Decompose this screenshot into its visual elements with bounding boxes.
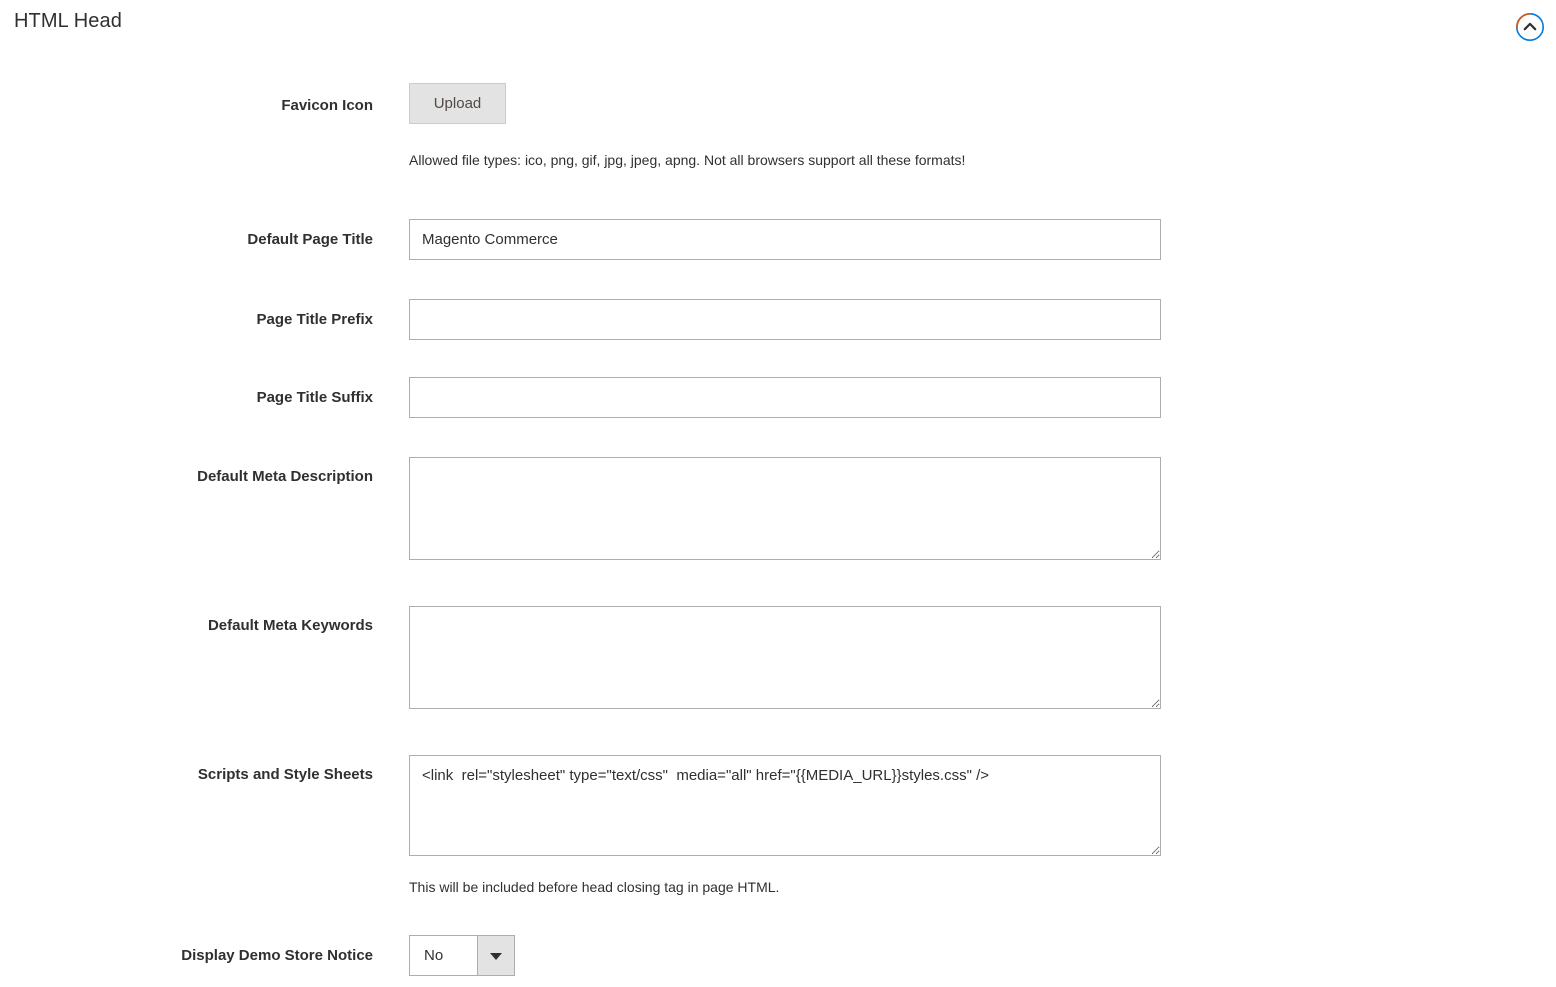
chevron-down-icon [490, 952, 502, 960]
note-favicon-allowed-types: Allowed file types: ico, png, gif, jpg, … [409, 152, 966, 168]
default-page-title-input[interactable] [409, 219, 1161, 260]
control-default-meta-keywords [409, 606, 1161, 709]
default-meta-description-textarea[interactable] [409, 457, 1161, 560]
control-page-title-suffix [409, 377, 1161, 418]
label-default-meta-keywords: Default Meta Keywords [207, 617, 373, 634]
control-page-title-prefix [409, 299, 1161, 340]
label-default-meta-description: Default Meta Description [197, 468, 373, 485]
control-default-page-title [409, 219, 1161, 260]
control-display-demo-store-notice: No [409, 935, 515, 976]
display-demo-store-notice-selected-value: No [410, 936, 477, 975]
label-default-page-title: Default Page Title [247, 231, 373, 248]
scripts-and-style-sheets-textarea[interactable]: <link rel="stylesheet" type="text/css" m… [409, 755, 1161, 856]
default-meta-keywords-textarea[interactable] [409, 606, 1161, 709]
section-header: HTML Head [0, 0, 1556, 56]
page-title-prefix-input[interactable] [409, 299, 1161, 340]
chevron-up-circle-icon [1515, 12, 1545, 42]
control-scripts-and-style-sheets: <link rel="stylesheet" type="text/css" m… [409, 755, 1161, 856]
page-title: HTML Head [14, 10, 122, 32]
label-display-demo-store-notice: Display Demo Store Notice [181, 947, 373, 964]
label-scripts-and-style-sheets: Scripts and Style Sheets [197, 766, 373, 783]
display-demo-store-notice-select[interactable]: No [409, 935, 515, 976]
upload-button[interactable]: Upload [409, 83, 506, 124]
label-favicon-icon: Favicon Icon [281, 97, 373, 114]
label-page-title-suffix: Page Title Suffix [256, 389, 373, 406]
control-default-meta-description [409, 457, 1161, 560]
control-favicon-icon: Upload [409, 83, 506, 124]
collapse-section-button[interactable] [1515, 12, 1545, 42]
label-page-title-prefix: Page Title Prefix [256, 311, 373, 328]
page-title-suffix-input[interactable] [409, 377, 1161, 418]
note-scripts-and-style-sheets: This will be included before head closin… [409, 879, 780, 895]
select-dropdown-toggle[interactable] [477, 936, 514, 975]
